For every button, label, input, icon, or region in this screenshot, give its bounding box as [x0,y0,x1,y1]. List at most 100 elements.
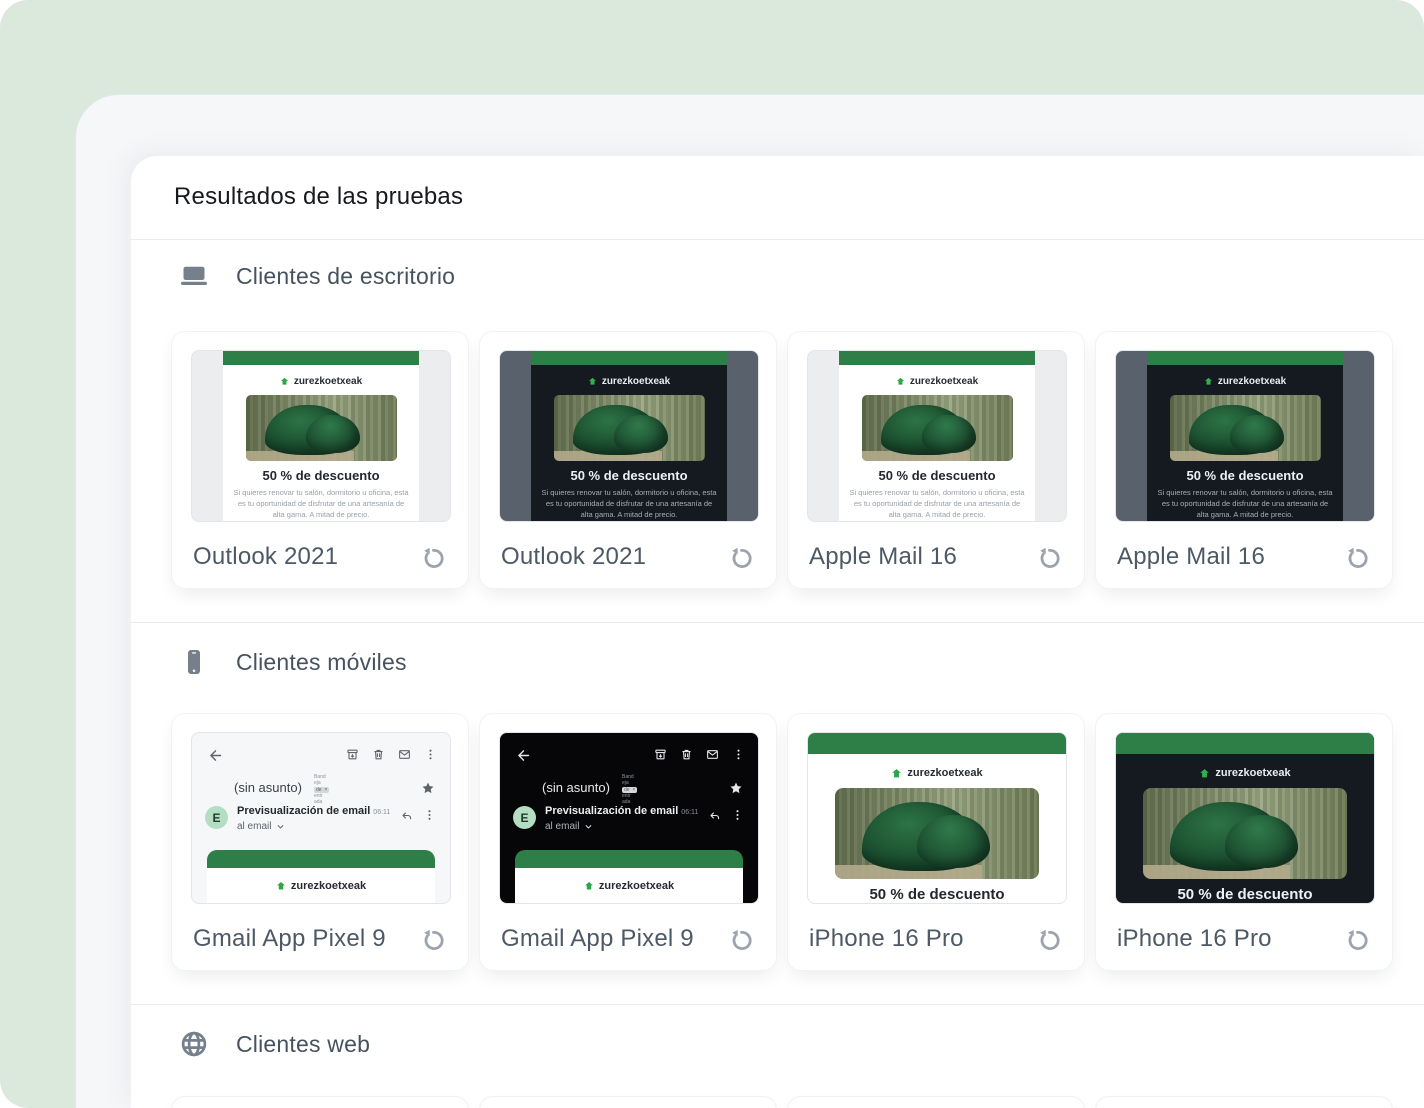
product-image [1143,788,1347,879]
mail-icon [398,748,411,761]
chip-remove-icon: × [324,787,327,793]
refresh-button[interactable] [728,927,755,954]
email-headline: 50 % de descuento [223,468,419,483]
result-card-gmail-dark[interactable]: (sin asunto) Band eja de × entr ada E [479,713,777,971]
more-vertical-icon [731,808,744,822]
email-preview-thumbnail: zurezkoetxeak 50 % de descuento [1115,732,1375,904]
email-preview-thumbnail: zurezkoetxeak 50 % de descuento Si quier… [499,350,759,522]
page-title: Resultados de las pruebas [174,183,463,211]
email-header-bar [515,850,743,868]
refresh-button[interactable] [420,927,447,954]
result-card-web[interactable] [1095,1096,1393,1108]
brand-logo: zurezkoetxeak [531,376,727,387]
brand-logo: zurezkoetxeak [515,868,743,903]
sender-avatar: E [205,806,228,829]
client-name: Apple Mail 16 [1117,543,1265,571]
star-icon [729,781,743,795]
result-card-outlook-light[interactable]: zurezkoetxeak 50 % de descuento Si quier… [171,331,469,589]
result-card-web[interactable] [479,1096,777,1108]
product-image [835,788,1039,879]
result-card-iphone-dark[interactable]: zurezkoetxeak 50 % de descuento iPhone 1… [1095,713,1393,971]
email-header-bar [1116,733,1374,754]
result-card-iphone-light[interactable]: zurezkoetxeak 50 % de descuento iPhone 1… [787,713,1085,971]
more-vertical-icon [423,808,436,822]
email-header-bar [223,351,419,365]
section-title-web: Clientes web [236,1031,370,1058]
email-header-bar [839,351,1035,365]
email-body-text: Si quieres renovar tu salón, dormitorio … [232,488,410,521]
section-title-mobile: Clientes móviles [236,649,407,676]
globe-icon [178,1028,210,1060]
house-icon [1204,377,1213,386]
refresh-button[interactable] [1344,927,1371,954]
smartphone-icon [178,646,210,678]
section-header-web: Clientes web [178,1026,370,1062]
refresh-button[interactable] [1344,545,1371,572]
email-body-text: Si quieres renovar tu salón, dormitorio … [1156,488,1334,521]
result-card-web[interactable] [171,1096,469,1108]
email-subject: (sin asunto) [542,780,610,795]
laptop-icon [178,260,210,292]
brand-logo: zurezkoetxeak [839,376,1035,387]
brand-logo: zurezkoetxeak [1147,376,1343,387]
divider [131,239,1424,240]
star-icon [421,781,435,795]
sender-avatar: E [513,806,536,829]
house-icon [276,881,286,891]
result-card-gmail-light[interactable]: (sin asunto) Band eja de × entr ada E [171,713,469,971]
section-title-desktop: Clientes de escritorio [236,263,455,290]
brand-logo: zurezkoetxeak [207,868,435,903]
mail-icon [706,748,719,761]
refresh-button[interactable] [1036,927,1063,954]
results-panel: Resultados de las pruebas Clientes de es… [131,156,1424,1108]
email-headline: 50 % de descuento [1147,468,1343,483]
refresh-button[interactable] [728,545,755,572]
app-window: Resultados de las pruebas Clientes de es… [75,94,1424,1108]
archive-icon [654,748,667,761]
email-headline: 50 % de descuento [531,468,727,483]
email-headline: 50 % de descuento [839,468,1035,483]
mobile-cards-row: (sin asunto) Band eja de × entr ada E [171,713,1393,971]
trash-icon [680,748,693,761]
house-icon [280,377,289,386]
section-header-mobile: Clientes móviles [178,644,407,680]
client-name: iPhone 16 Pro [809,925,964,953]
inbox-label-chip: Band eja de × entr ada [622,774,652,805]
chip-remove-icon: × [632,787,635,793]
product-image [862,395,1013,461]
house-icon [584,881,594,891]
back-arrow-icon [207,747,224,764]
client-name: Outlook 2021 [193,543,338,571]
house-icon [896,377,905,386]
result-card-applemail-dark[interactable]: zurezkoetxeak 50 % de descuento Si quier… [1095,331,1393,589]
email-header-bar [207,850,435,868]
more-vertical-icon [424,748,437,761]
result-card-applemail-light[interactable]: zurezkoetxeak 50 % de descuento Si quier… [787,331,1085,589]
recipient-row: al email [237,821,285,832]
email-headline: 50 % de descuento [1116,886,1374,903]
email-preview-thumbnail: (sin asunto) Band eja de × entr ada E [499,732,759,904]
more-vertical-icon [732,748,745,761]
reply-icon [708,809,721,822]
email-preview-thumbnail: zurezkoetxeak 50 % de descuento Si quier… [807,350,1067,522]
client-name: iPhone 16 Pro [1117,925,1272,953]
refresh-button[interactable] [1036,545,1063,572]
result-card-outlook-dark[interactable]: zurezkoetxeak 50 % de descuento Si quier… [479,331,777,589]
email-body-preview: zurezkoetxeak [207,850,435,903]
product-image [1170,395,1321,461]
email-header-bar [808,733,1066,754]
timestamp: 06:11 [681,809,698,816]
client-name: Gmail App Pixel 9 [501,925,694,953]
sender-name: Previsualización de email06:11 [545,805,698,817]
result-card-web[interactable] [787,1096,1085,1108]
product-image [246,395,397,461]
chevron-down-icon [276,822,285,831]
email-headline: 50 % de descuento [808,886,1066,903]
refresh-button[interactable] [420,545,447,572]
email-header-bar [531,351,727,365]
email-preview-thumbnail: zurezkoetxeak 50 % de descuento Si quier… [1115,350,1375,522]
brand-logo: zurezkoetxeak [223,376,419,387]
email-body-text: Si quieres renovar tu salón, dormitorio … [540,488,718,521]
back-arrow-icon [515,747,532,764]
email-body-preview: zurezkoetxeak [515,850,743,903]
